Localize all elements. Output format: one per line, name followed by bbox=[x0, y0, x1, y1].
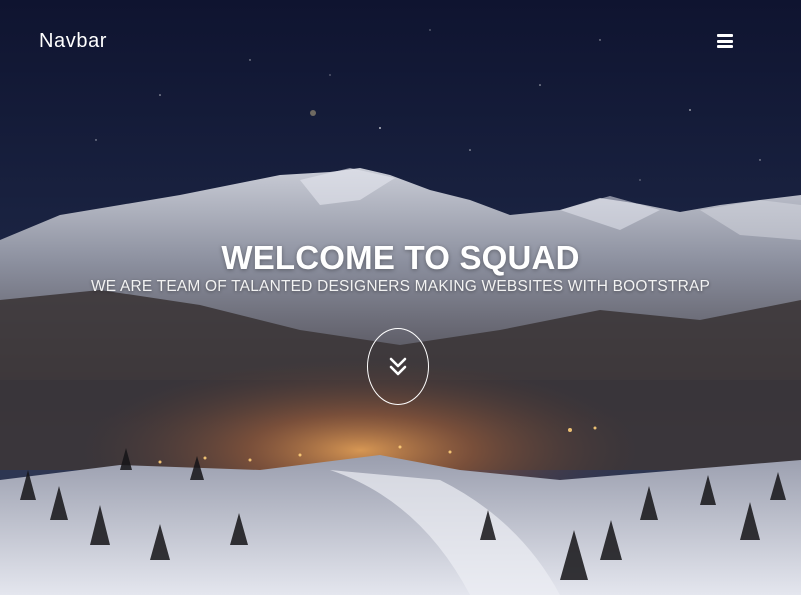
menu-toggle-button[interactable] bbox=[710, 28, 740, 54]
navbar-brand[interactable]: Navbar bbox=[39, 29, 107, 53]
hero-title: WELCOME TO SQUAD bbox=[221, 239, 580, 277]
hero-subtitle: WE ARE TEAM OF TALANTED DESIGNERS MAKING… bbox=[90, 278, 711, 295]
double-chevron-down-icon bbox=[389, 357, 407, 376]
hero-section: Navbar WELCOME TO SQUAD WE ARE TEAM OF T… bbox=[0, 0, 801, 595]
scroll-down-button[interactable] bbox=[367, 328, 429, 405]
navbar: Navbar bbox=[0, 0, 801, 82]
bars-icon bbox=[717, 34, 733, 48]
